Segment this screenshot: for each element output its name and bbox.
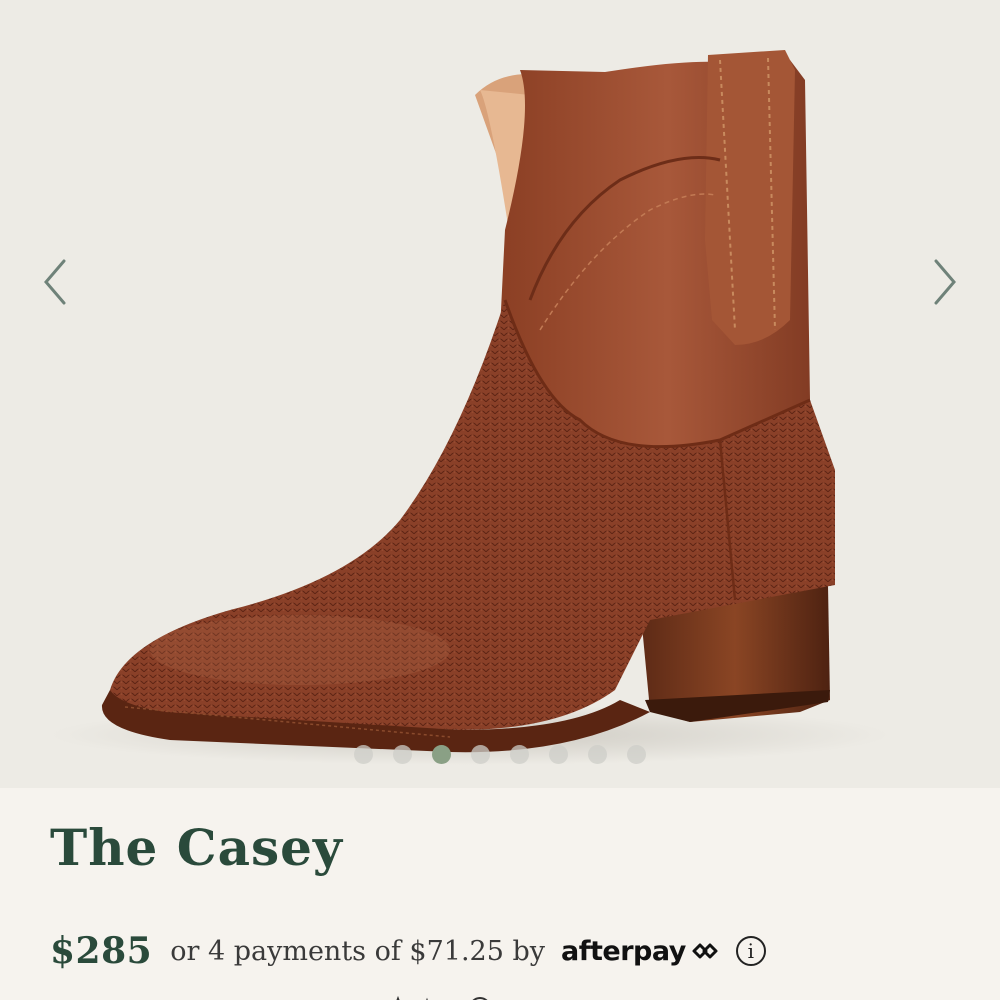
gallery-dot[interactable] bbox=[588, 744, 607, 764]
gallery-dot[interactable] bbox=[510, 744, 529, 764]
product-image bbox=[50, 50, 890, 765]
gallery-dot[interactable] bbox=[393, 744, 412, 764]
installments-text: or 4 payments of $71.25 by bbox=[170, 935, 546, 967]
afterpay-arrows-icon bbox=[692, 943, 718, 959]
afterpay-info-button[interactable]: i bbox=[735, 936, 766, 966]
afterpay-wordmark: afterpay bbox=[561, 935, 686, 967]
gallery-prev-button[interactable] bbox=[25, 252, 85, 312]
product-price: $285 bbox=[50, 930, 153, 972]
gallery-dot[interactable] bbox=[549, 744, 568, 764]
gallery-pagination bbox=[354, 744, 646, 764]
rating-stars-icon bbox=[396, 995, 488, 1000]
gallery-next-button[interactable] bbox=[915, 252, 975, 312]
gallery-dot[interactable] bbox=[354, 744, 373, 764]
gallery-dot[interactable] bbox=[471, 744, 490, 764]
product-image-gallery[interactable] bbox=[0, 0, 1000, 788]
product-title: The Casey bbox=[50, 818, 343, 877]
product-page: The Casey $285 or 4 payments of $71.25 b… bbox=[0, 0, 1000, 1000]
gallery-dot[interactable] bbox=[627, 744, 646, 764]
rating-row-partial bbox=[380, 991, 510, 1000]
chevron-left-icon bbox=[44, 259, 66, 305]
afterpay-logo: afterpay bbox=[561, 936, 720, 967]
gallery-dot-active[interactable] bbox=[432, 744, 451, 764]
product-info: The Casey $285 or 4 payments of $71.25 b… bbox=[0, 788, 1000, 1000]
chevron-right-icon bbox=[934, 259, 956, 305]
price-row: $285 or 4 payments of $71.25 by afterpay… bbox=[50, 926, 766, 976]
